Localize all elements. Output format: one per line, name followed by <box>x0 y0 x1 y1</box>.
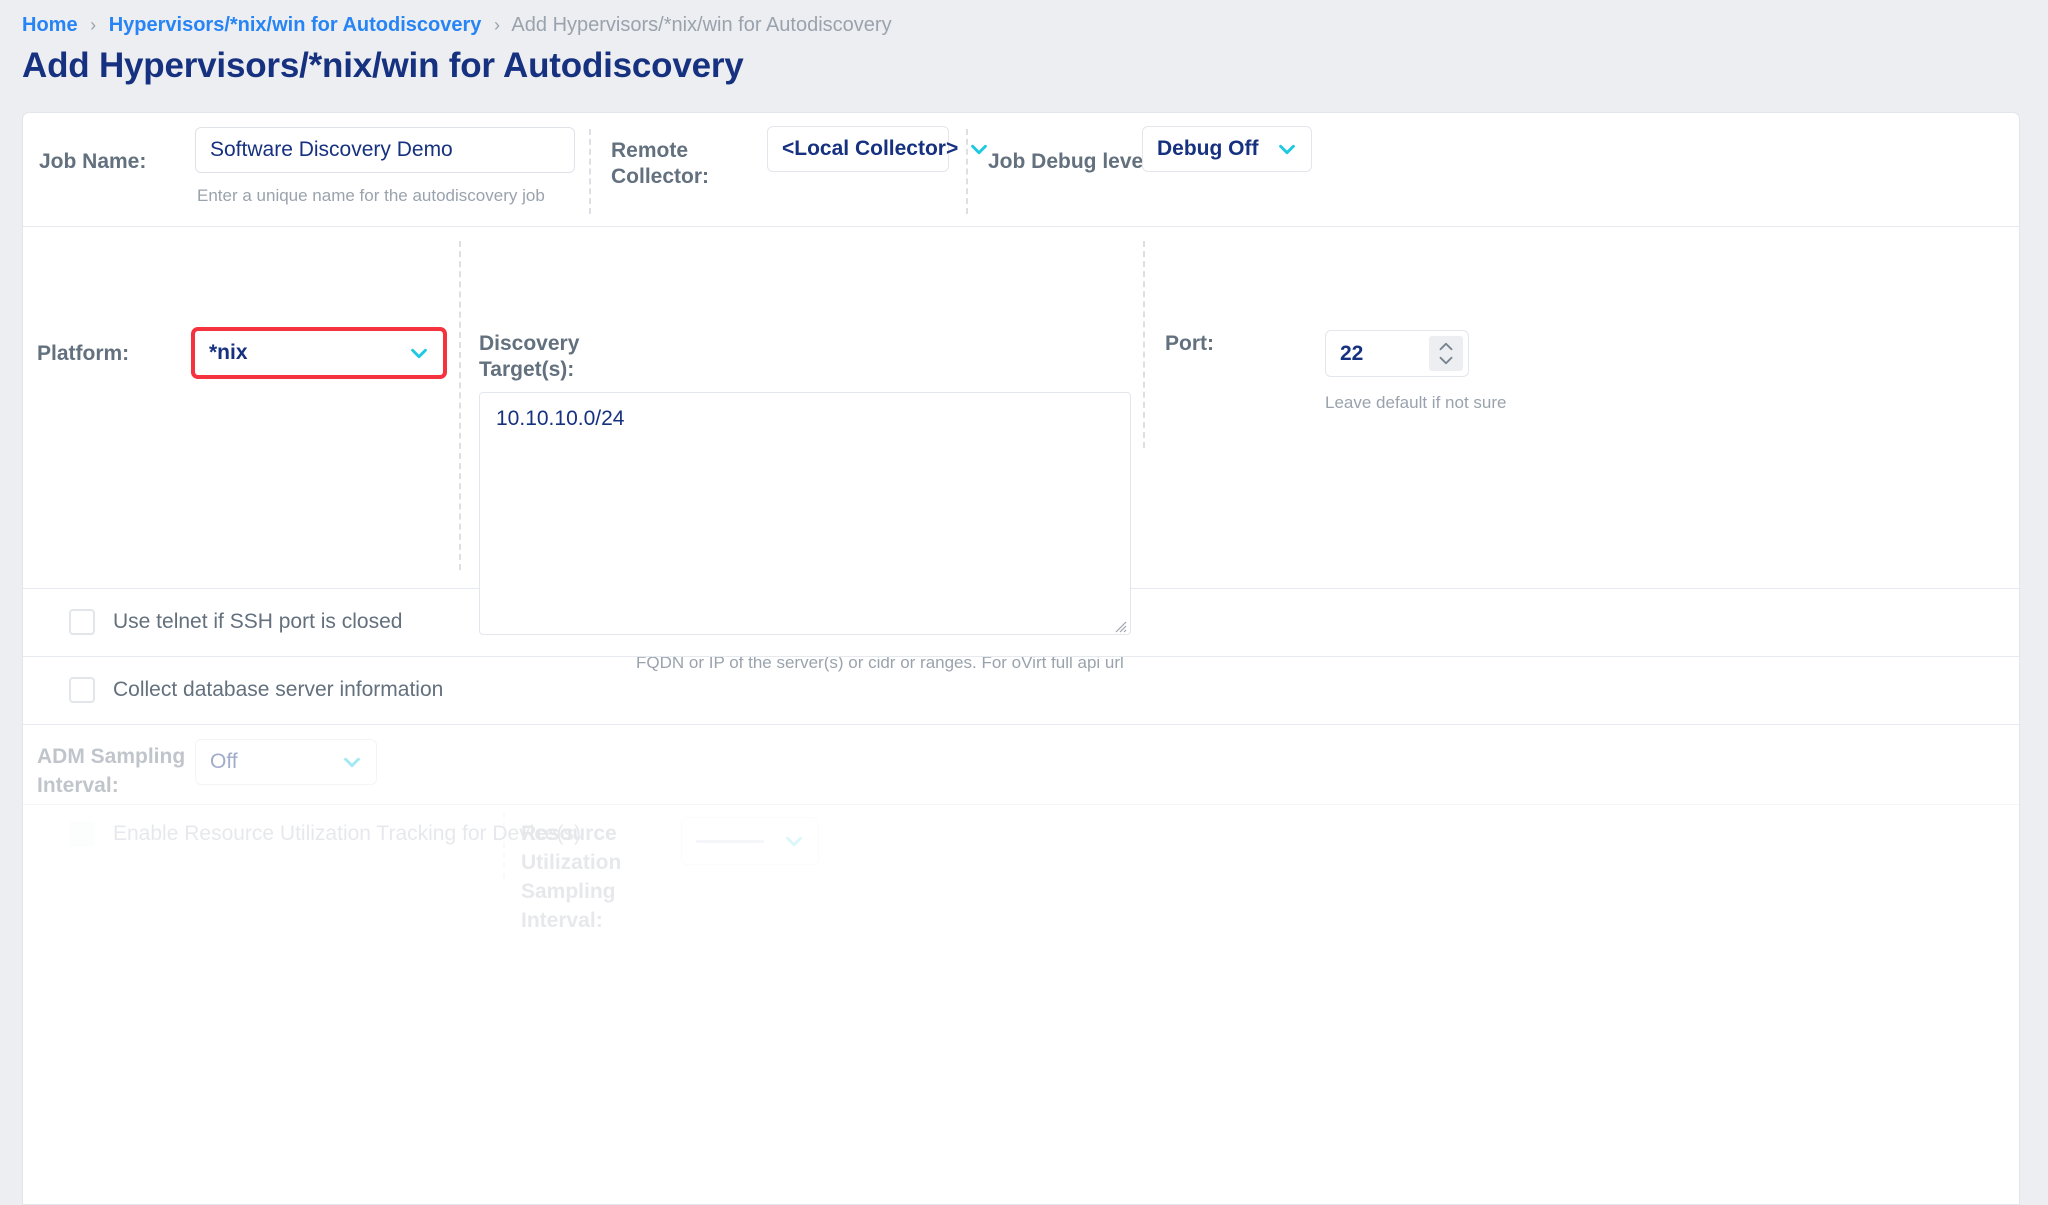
job-debug-level-label: Job Debug level: <box>988 150 1157 173</box>
chevron-down-icon <box>968 138 990 160</box>
use-telnet-checkbox-row[interactable]: Use telnet if SSH port is closed <box>69 609 402 635</box>
platform-label: Platform: <box>37 342 130 365</box>
form-row-job: Job Name: Software Discovery Demo Enter … <box>23 113 2019 227</box>
chevron-down-icon <box>1276 138 1298 160</box>
resource-utilization-interval-label: Resource Utilization Sampling Interval: <box>521 822 622 932</box>
job-name-helper: Enter a unique name for the autodiscover… <box>197 186 545 205</box>
job-name-input[interactable]: Software Discovery Demo <box>195 127 575 173</box>
platform-value: *nix <box>209 341 248 364</box>
job-debug-level-select[interactable]: Debug Off <box>1142 126 1312 172</box>
resource-utilization-checkbox[interactable] <box>69 821 95 847</box>
remote-collector-value: <Local Collector> <box>782 137 959 160</box>
discovery-targets-label: Discovery Target(s): <box>479 332 580 381</box>
chevron-down-icon <box>783 830 805 852</box>
platform-select[interactable]: *nix <box>195 331 443 375</box>
adm-sampling-interval-label: ADM Sampling Interval: <box>37 745 186 797</box>
adm-sampling-interval-select[interactable]: Off <box>195 739 377 785</box>
chevron-down-icon <box>341 751 363 773</box>
port-helper: Leave default if not sure <box>1325 393 1507 412</box>
form-row-use-telnet: Use telnet if SSH port is closed <box>23 589 2019 657</box>
remote-collector-label: Remote Collector: <box>611 139 710 188</box>
job-name-label: Job Name: <box>39 150 147 173</box>
job-debug-level-value: Debug Off <box>1157 137 1259 160</box>
breadcrumb-item-hypervisors[interactable]: Hypervisors/*nix/win for Autodiscovery <box>109 14 482 36</box>
breadcrumb: Home › Hypervisors/*nix/win for Autodisc… <box>22 13 892 37</box>
breadcrumb-separator: › <box>493 15 500 35</box>
form-row-platform: Platform: *nix Discovery Target(s): 10.1… <box>23 227 2019 672</box>
empty-value-dashes <box>696 839 764 843</box>
form-card: Job Name: Software Discovery Demo Enter … <box>22 112 2020 1205</box>
remote-collector-select[interactable]: <Local Collector> <box>767 126 988 172</box>
resource-utilization-interval-select[interactable] <box>681 817 819 865</box>
breadcrumb-item-home[interactable]: Home <box>22 14 78 36</box>
collect-database-checkbox-row[interactable]: Collect database server information <box>69 677 443 703</box>
port-value: 22 <box>1340 341 1364 365</box>
collect-database-checkbox[interactable] <box>69 677 95 703</box>
breadcrumb-item-current: Add Hypervisors/*nix/win for Autodiscove… <box>511 14 892 36</box>
form-row-resource-utilization: Enable Resource Utilization Tracking for… <box>23 805 2019 932</box>
form-row-adm-sampling: ADM Sampling Interval: Off <box>23 725 2019 805</box>
port-label: Port: <box>1165 332 1214 355</box>
resource-utilization-interval-value <box>696 829 773 853</box>
breadcrumb-separator: › <box>90 15 97 35</box>
stepper-down-icon <box>1439 356 1453 365</box>
collect-database-label: Collect database server information <box>113 678 444 701</box>
discovery-targets-value: 10.10.10.0/24 <box>496 407 625 430</box>
adm-sampling-interval-value: Off <box>210 750 238 773</box>
use-telnet-label: Use telnet if SSH port is closed <box>113 610 403 633</box>
port-input[interactable]: 22 <box>1325 330 1469 377</box>
page-title: Add Hypervisors/*nix/win for Autodiscove… <box>22 46 744 85</box>
resource-utilization-checkbox-row[interactable]: Enable Resource Utilization Tracking for… <box>69 821 581 847</box>
resource-utilization-label: Enable Resource Utilization Tracking for… <box>113 822 582 845</box>
use-telnet-checkbox[interactable] <box>69 609 95 635</box>
port-stepper[interactable] <box>1429 336 1463 371</box>
form-row-collect-database: Collect database server information <box>23 657 2019 725</box>
page-root: Home › Hypervisors/*nix/win for Autodisc… <box>0 0 2048 1205</box>
stepper-up-icon <box>1439 342 1453 351</box>
chevron-down-icon <box>408 342 430 364</box>
